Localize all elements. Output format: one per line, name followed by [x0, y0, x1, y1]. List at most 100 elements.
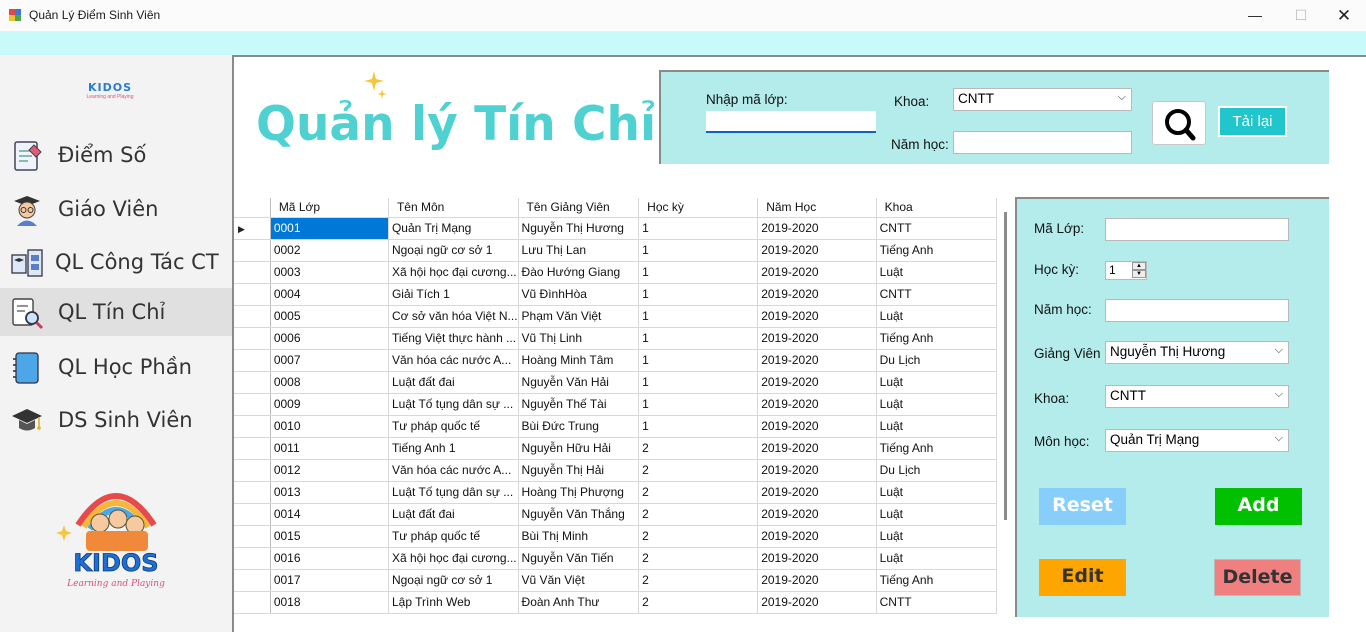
maximize-button[interactable]: ☐: [1278, 0, 1324, 31]
table-cell[interactable]: 2019-2020: [757, 217, 877, 240]
table-cell[interactable]: 1: [638, 393, 759, 416]
row-header[interactable]: [234, 547, 271, 570]
table-cell[interactable]: Xã hội học đại cương...: [388, 261, 519, 284]
column-header[interactable]: Tên Môn: [388, 198, 519, 218]
table-cell[interactable]: 2019-2020: [757, 547, 877, 570]
table-cell[interactable]: Tiếng Anh: [876, 569, 997, 592]
sidebar-item-ql-hoc-phan[interactable]: QL Học Phần: [0, 343, 232, 391]
table-cell[interactable]: Bùi Thị Minh: [518, 525, 640, 548]
table-cell[interactable]: 0006: [270, 327, 389, 350]
table-cell[interactable]: 2: [638, 459, 759, 482]
table-cell[interactable]: 2019-2020: [757, 239, 877, 262]
table-row[interactable]: ▶ 0001 Quản Trị Mạng Nguyễn Thị Hương 1 2019-…: [234, 217, 997, 240]
table-cell[interactable]: Luật: [876, 305, 997, 328]
table-row[interactable]: 0009 Luật Tố tụng dân sự ... Nguyễn Thế Tà…: [234, 393, 997, 416]
table-cell[interactable]: 1: [638, 305, 759, 328]
row-header[interactable]: [234, 503, 271, 526]
table-cell[interactable]: CNTT: [876, 217, 997, 240]
table-cell[interactable]: 0009: [270, 393, 389, 416]
table-cell[interactable]: 2019-2020: [757, 415, 877, 438]
sidebar-item-giao-vien[interactable]: Giáo Viên: [0, 185, 232, 233]
table-cell[interactable]: Tư pháp quốc tế: [388, 415, 519, 438]
table-cell[interactable]: Nguyễn Thị Hải: [518, 459, 640, 482]
semester-stepper[interactable]: 1 ▲ ▼: [1105, 261, 1147, 280]
table-cell[interactable]: Đào Hướng Giang: [518, 261, 640, 284]
table-cell[interactable]: 1: [638, 371, 759, 394]
table-row[interactable]: 0007 Văn hóa các nước A... Hoàng Minh Tâm 1…: [234, 349, 997, 372]
table-row[interactable]: 0002 Ngoại ngữ cơ sở 1 Lưu Thị Lan 1 2019-20…: [234, 239, 997, 262]
table-row[interactable]: 0003 Xã hội học đại cương... Đào Hướng Gia…: [234, 261, 997, 284]
table-cell[interactable]: Luật: [876, 525, 997, 548]
sidebar-item-diem-so[interactable]: Điểm Số: [0, 131, 232, 179]
table-cell[interactable]: Hoàng Minh Tâm: [518, 349, 640, 372]
table-cell[interactable]: Văn hóa các nước A...: [388, 459, 519, 482]
table-cell[interactable]: Luật Tố tụng dân sự ...: [388, 481, 519, 504]
table-row[interactable]: 0013 Luật Tố tụng dân sự ... Hoàng Thị Phư…: [234, 481, 997, 504]
faculty-select[interactable]: CNTT ⌵: [953, 88, 1132, 111]
table-cell[interactable]: 0011: [270, 437, 389, 460]
table-cell[interactable]: Xã hội học đại cương...: [388, 547, 519, 570]
table-cell[interactable]: 0008: [270, 371, 389, 394]
table-cell[interactable]: Bùi Đức Trung: [518, 415, 640, 438]
table-cell[interactable]: 0007: [270, 349, 389, 372]
table-row[interactable]: 0018 Lập Trình Web Đoàn Anh Thư 2 2019-2020 C…: [234, 591, 997, 614]
table-cell[interactable]: 2: [638, 525, 759, 548]
table-cell[interactable]: Nguyễn Thị Hương: [518, 217, 640, 240]
table-cell[interactable]: Ngoại ngữ cơ sở 1: [388, 569, 519, 592]
table-cell[interactable]: Nguyễn Thế Tài: [518, 393, 640, 416]
table-cell[interactable]: 1: [638, 327, 759, 350]
table-cell[interactable]: Nguyễn Văn Tiến: [518, 547, 640, 570]
detail-faculty-select[interactable]: CNTT ⌵: [1105, 385, 1289, 408]
table-cell[interactable]: 2019-2020: [757, 261, 877, 284]
table-cell[interactable]: 2: [638, 547, 759, 570]
row-header[interactable]: [234, 371, 271, 394]
class-code-input[interactable]: [706, 111, 876, 133]
table-cell[interactable]: 0001: [270, 217, 389, 240]
row-header[interactable]: [234, 327, 271, 350]
table-cell[interactable]: 1: [638, 239, 759, 262]
row-header[interactable]: [234, 481, 271, 504]
add-button[interactable]: Add: [1215, 488, 1302, 525]
table-row[interactable]: 0005 Cơ sở văn hóa Việt N... Phạm Văn Việt…: [234, 305, 997, 328]
search-button[interactable]: [1152, 101, 1206, 145]
table-row[interactable]: 0017 Ngoại ngữ cơ sở 1 Vũ Văn Việt 2 2019-20…: [234, 569, 997, 592]
row-header[interactable]: [234, 305, 271, 328]
table-row[interactable]: 0008 Luật đất đai Nguyễn Văn Hải 1 2019-2020…: [234, 371, 997, 394]
row-header[interactable]: ▶: [234, 217, 271, 240]
table-cell[interactable]: Luật Tố tụng dân sự ...: [388, 393, 519, 416]
row-header[interactable]: [234, 349, 271, 372]
sidebar-item-ql-tin-chi[interactable]: QL Tín Chỉ: [0, 288, 232, 336]
table-scrollbar[interactable]: [1004, 212, 1007, 520]
table-cell[interactable]: Luật: [876, 415, 997, 438]
column-header[interactable]: Tên Giảng Viên: [518, 198, 640, 218]
table-cell[interactable]: CNTT: [876, 591, 997, 614]
row-header[interactable]: [234, 569, 271, 592]
column-header[interactable]: Năm Học: [757, 198, 877, 218]
table-cell[interactable]: Cơ sở văn hóa Việt N...: [388, 305, 519, 328]
table-cell[interactable]: 2: [638, 591, 759, 614]
table-cell[interactable]: Nguyễn Văn Thắng: [518, 503, 640, 526]
table-cell[interactable]: 0013: [270, 481, 389, 504]
table-row[interactable]: 0015 Tư pháp quốc tế Bùi Thị Minh 2 2019-202…: [234, 525, 997, 548]
table-cell[interactable]: 2019-2020: [757, 591, 877, 614]
table-cell[interactable]: 2019-2020: [757, 393, 877, 416]
table-cell[interactable]: Tiếng Anh 1: [388, 437, 519, 460]
column-header[interactable]: Học kỳ: [638, 198, 759, 218]
table-cell[interactable]: 2019-2020: [757, 525, 877, 548]
table-row[interactable]: 0012 Văn hóa các nước A... Nguyễn Thị Hải 2…: [234, 459, 997, 482]
table-row[interactable]: 0011 Tiếng Anh 1 Nguyễn Hữu Hải 2 2019-2020 T…: [234, 437, 997, 460]
table-cell[interactable]: Phạm Văn Việt: [518, 305, 640, 328]
table-cell[interactable]: 2019-2020: [757, 371, 877, 394]
table-cell[interactable]: 2019-2020: [757, 349, 877, 372]
table-cell[interactable]: Giải Tích 1: [388, 283, 519, 306]
table-cell[interactable]: 2019-2020: [757, 503, 877, 526]
table-cell[interactable]: 2019-2020: [757, 305, 877, 328]
sidebar-item-ds-sinh-vien[interactable]: DS Sinh Viên: [0, 396, 232, 444]
table-cell[interactable]: 0014: [270, 503, 389, 526]
row-header[interactable]: [234, 437, 271, 460]
school-year-input[interactable]: [953, 131, 1132, 154]
table-cell[interactable]: 0016: [270, 547, 389, 570]
table-cell[interactable]: 0017: [270, 569, 389, 592]
lecturer-select[interactable]: Nguyễn Thị Hương ⌵: [1105, 341, 1289, 364]
stepper-up-icon[interactable]: ▲: [1132, 262, 1146, 270]
